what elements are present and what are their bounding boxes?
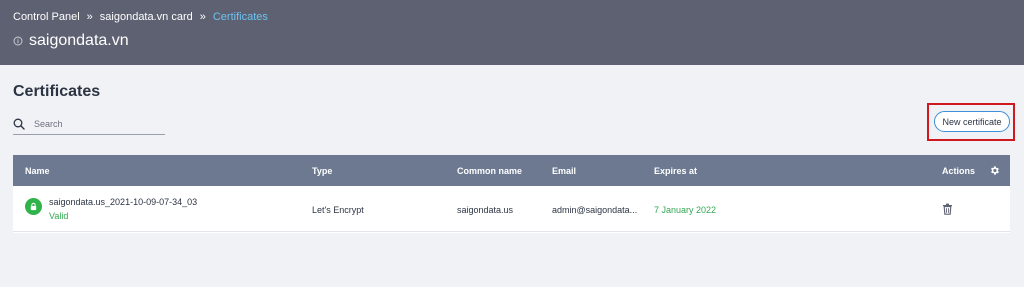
search-field[interactable] [13, 114, 165, 135]
column-header-expires-at[interactable]: Expires at [654, 166, 697, 176]
status-badge: Valid [49, 211, 69, 221]
search-icon [13, 118, 25, 130]
trash-icon[interactable] [942, 203, 953, 215]
new-certificate-button[interactable]: New certificate [934, 111, 1010, 132]
breadcrumb-card[interactable]: saigondata.vn card [100, 11, 193, 23]
column-header-name[interactable]: Name [25, 166, 50, 176]
column-header-email[interactable]: Email [552, 166, 576, 176]
site-heading: saigondata.vn [13, 32, 129, 50]
column-header-type[interactable]: Type [312, 166, 332, 176]
common-name: saigondata.us [457, 205, 514, 215]
table-header: Name Type Common name Email Expires at A… [13, 155, 1010, 186]
certificate-name[interactable]: saigondata.us_2021-10-09-07-34_03 [49, 197, 197, 207]
page-title: Certificates [13, 83, 101, 100]
lock-icon [25, 198, 42, 215]
breadcrumb-control-panel[interactable]: Control Panel [13, 11, 80, 23]
search-input[interactable] [34, 119, 154, 129]
breadcrumb-certificates: Certificates [212, 11, 268, 23]
breadcrumb-separator: » [86, 11, 93, 23]
email: admin@saigondata... [552, 205, 638, 215]
expires-at: 7 January 2022 [654, 205, 717, 215]
breadcrumb-separator: » [199, 11, 206, 23]
column-header-common-name[interactable]: Common name [457, 166, 522, 176]
top-header: Control Panel » saigondata.vn card » Cer… [0, 0, 1024, 65]
certificate-type: Let's Encrypt [312, 205, 364, 215]
site-name: saigondata.vn [29, 32, 129, 49]
certificates-table: Name Type Common name Email Expires at A… [13, 155, 1010, 233]
gear-icon[interactable] [989, 165, 1000, 176]
column-header-actions: Actions [942, 166, 976, 176]
table-row[interactable]: saigondata.us_2021-10-09-07-34_03 Valid … [13, 186, 1010, 232]
breadcrumb: Control Panel » saigondata.vn card » Cer… [13, 11, 268, 23]
info-circle-icon [13, 36, 23, 46]
